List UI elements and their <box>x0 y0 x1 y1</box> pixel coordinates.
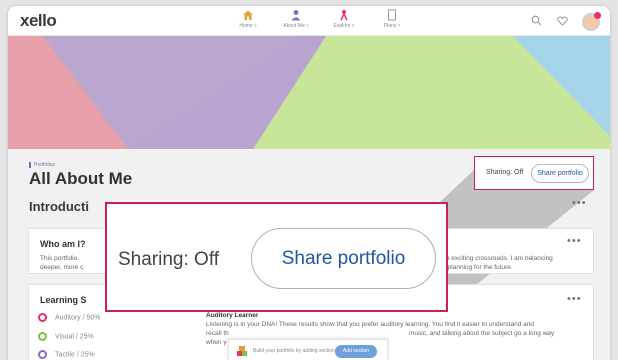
ear-icon <box>38 313 47 322</box>
share-panel-highlight: Sharing: Off Share portfolio <box>474 156 594 190</box>
auditory-learner-title: Auditory Learner <box>206 312 259 319</box>
share-zoom-callout: Sharing: Off Share portfolio <box>105 202 448 312</box>
hand-icon <box>38 350 47 359</box>
style-visual[interactable]: Visual / 25% <box>38 332 94 341</box>
who-am-i-title: Who am I? <box>40 239 86 249</box>
learning-styles-title: Learning S <box>40 295 87 305</box>
breadcrumb[interactable]: Portfolios <box>29 162 55 168</box>
who-am-i-text-right: at an exciting crossroads. I am balancin… <box>435 255 553 271</box>
toast-text: Build your portfolio by adding sections. <box>253 348 339 354</box>
add-section-toast: Build your portfolio by adding sections.… <box>228 339 388 360</box>
learning-detail-line2-right: music, and talking about the subject go … <box>409 330 555 337</box>
style-auditory[interactable]: Auditory / 50% <box>38 313 101 322</box>
add-section-button[interactable]: Add section <box>335 345 377 358</box>
more-dots-icon[interactable]: ••• <box>567 235 582 247</box>
more-dots-icon[interactable]: ••• <box>567 293 582 305</box>
introduction-heading: Introducti <box>29 199 89 214</box>
learning-detail-line1: Listening is in your DNA! These results … <box>206 321 534 328</box>
learning-detail-line2-left: recall th <box>206 330 229 337</box>
style-tactile[interactable]: Tactile / 25% <box>38 350 95 359</box>
app-window: xello Home ▿ About Me ▿ Explore ▿ Plans … <box>8 6 610 360</box>
eye-icon <box>38 332 47 341</box>
blocks-icon <box>237 346 247 356</box>
sharing-status-zoomed: Sharing: Off <box>118 249 220 270</box>
more-dots-icon[interactable]: ••• <box>572 197 587 209</box>
share-portfolio-button[interactable]: Share portfolio <box>531 164 589 183</box>
sharing-status: Sharing: Off <box>486 169 524 176</box>
share-portfolio-button-zoomed[interactable]: Share portfolio <box>251 228 436 289</box>
page-title: All About Me <box>29 169 133 188</box>
